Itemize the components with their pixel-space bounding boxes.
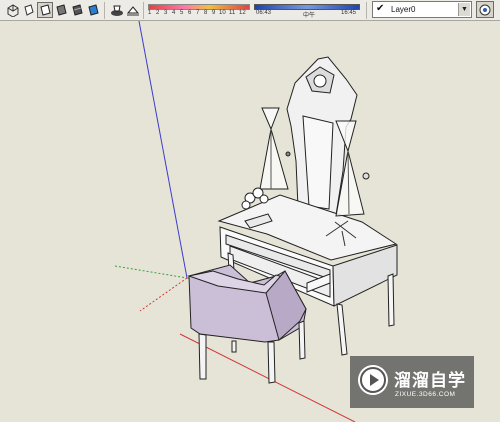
shaded-style-icon[interactable] <box>53 2 69 18</box>
month-label: 4 <box>172 10 176 16</box>
chair-leg <box>298 320 306 360</box>
month-label: 12 <box>239 10 246 16</box>
month-label: 8 <box>204 10 208 16</box>
toolbar-separator <box>143 2 144 19</box>
time-noon-label: 中午 <box>303 13 316 19</box>
month-label: 3 <box>164 10 168 16</box>
month-label: 2 <box>156 10 160 16</box>
table-leg <box>387 273 395 327</box>
month-label: 5 <box>180 10 184 16</box>
hidden-line-style-icon[interactable] <box>37 2 53 18</box>
table-leg <box>336 303 348 356</box>
month-label: 7 <box>196 10 200 16</box>
month-label: 6 <box>188 10 192 16</box>
mirror-ornament <box>313 74 327 88</box>
layer-current-checkmark: ✔ <box>376 3 385 14</box>
layer-name: Layer0 <box>391 5 416 14</box>
green-axis-negative <box>114 265 188 279</box>
lamp-knob <box>362 172 370 180</box>
layer-manager-button[interactable] <box>476 1 494 18</box>
layer-select[interactable]: ✔ Layer0 ▼ <box>372 1 472 18</box>
flower <box>241 200 251 210</box>
watermark-url: ZIXUE.3D66.COM <box>395 391 456 398</box>
chair-leg <box>267 341 276 384</box>
chevron-down-icon[interactable]: ▼ <box>458 3 470 16</box>
blue-axis <box>138 21 188 279</box>
chair-leg <box>231 340 237 353</box>
shadows-toggle-icon[interactable] <box>108 2 124 18</box>
toolbar-separator <box>104 2 105 19</box>
flower <box>259 194 269 204</box>
monochrome-style-icon[interactable] <box>85 2 101 18</box>
time-end-label: 16:45 <box>341 10 357 16</box>
month-label: 1 <box>148 10 152 16</box>
time-start-label: 06:43 <box>256 10 272 16</box>
shaded-textures-style-icon[interactable] <box>69 2 85 18</box>
toolbar: 1 2 3 4 5 6 7 8 9 10 11 12 06:43 中午 16:4… <box>0 0 500 21</box>
red-axis-negative <box>139 277 188 312</box>
chair-leg <box>198 333 207 380</box>
wireframe-style-icon[interactable] <box>20 2 36 18</box>
vanity-model[interactable] <box>187 56 398 384</box>
watermark-brand: 溜溜自学 <box>394 371 466 391</box>
month-label: 10 <box>219 10 226 16</box>
month-label: 9 <box>212 10 216 16</box>
xray-style-icon[interactable] <box>4 2 20 18</box>
toolbar-separator <box>366 2 367 19</box>
month-label: 11 <box>229 10 236 16</box>
left-lamp <box>259 107 289 190</box>
fog-toggle-icon[interactable] <box>124 2 140 18</box>
lamp-knob <box>285 151 291 157</box>
watermark: 溜溜自学 ZIXUE.3D66.COM <box>350 356 474 408</box>
play-logo-icon <box>358 365 388 395</box>
